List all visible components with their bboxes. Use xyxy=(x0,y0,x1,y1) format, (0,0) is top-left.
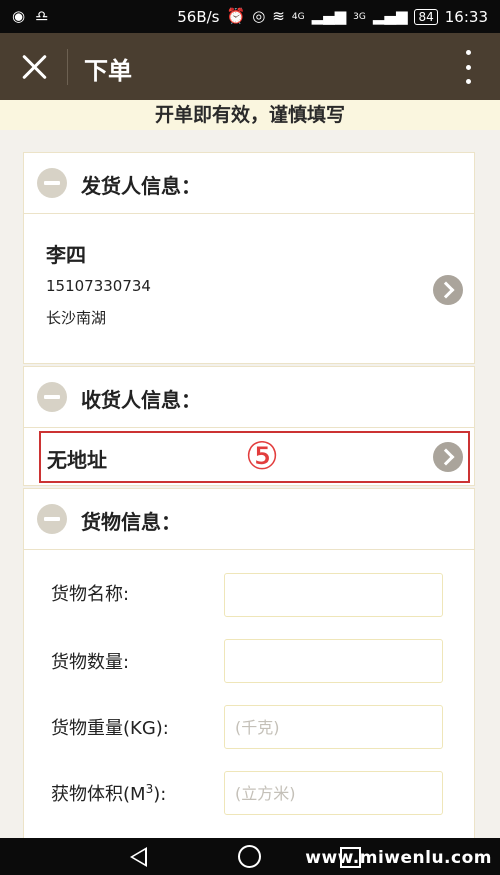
eye-icon: ◎ xyxy=(252,7,266,25)
receiver-section-title: 收货人信息： xyxy=(81,388,201,412)
receiver-address-text: 无地址 xyxy=(47,448,107,472)
wifi-icon: ≋ xyxy=(272,7,285,25)
sender-card-header[interactable]: 发货人信息： xyxy=(24,153,474,214)
close-icon[interactable] xyxy=(18,51,50,83)
goods-quantity-input[interactable] xyxy=(224,639,443,683)
sender-name: 李四 xyxy=(46,243,86,267)
volume-label-suffix: ): xyxy=(153,784,167,805)
sender-address: 长沙南湖 xyxy=(46,309,107,327)
network-speed: 56B/s xyxy=(177,7,220,26)
notification-icon: ♎ xyxy=(35,7,49,25)
sender-section-title: 发货人信息： xyxy=(81,174,201,198)
title-divider xyxy=(67,49,68,85)
goods-quantity-label: 货物数量: xyxy=(51,652,130,673)
receiver-card-header[interactable]: 收货人信息： xyxy=(24,367,474,428)
watermark: www.miwenlu.com xyxy=(305,848,492,868)
record-icon: ◉ xyxy=(12,7,26,25)
volume-label-prefix: 获物体积(M xyxy=(51,784,146,805)
home-icon[interactable] xyxy=(238,845,261,868)
more-menu-icon[interactable] xyxy=(464,50,472,84)
goods-card: 货物信息： 货物名称: 货物数量: 货物重量(KG): 获物体积(M3): xyxy=(23,488,475,840)
battery-level: 84 xyxy=(414,8,438,25)
chevron-right-icon[interactable] xyxy=(433,442,463,472)
goods-weight-input[interactable] xyxy=(224,705,443,749)
sender-card: 发货人信息： 李四 15107330734 长沙南湖 xyxy=(23,152,475,364)
collapse-icon[interactable] xyxy=(37,382,67,412)
goods-section-title: 货物信息： xyxy=(81,510,181,534)
goods-volume-label: 获物体积(M3): xyxy=(51,780,166,806)
network-type-1: 4G xyxy=(291,11,305,22)
status-bar: ◉ ♎ 56B/s ⏰ ◎ ≋ 4G ▂▄▆ 3G ▂▄▆ 84 16:33 xyxy=(0,0,500,33)
goods-weight-label: 货物重量(KG): xyxy=(51,718,169,739)
signal-icon: ▂▄▆ xyxy=(311,7,347,25)
notice-banner: 开单即有效，谨慎填写 xyxy=(0,100,500,130)
chevron-right-icon[interactable] xyxy=(433,275,463,305)
signal-icon-2: ▂▄▆ xyxy=(372,7,408,25)
goods-card-header[interactable]: 货物信息： xyxy=(24,489,474,550)
title-bar: 下单 xyxy=(0,33,500,100)
step-marker: ⑤ xyxy=(245,434,280,478)
receiver-address-row[interactable]: 无地址 ⑤ xyxy=(39,431,470,483)
goods-name-input[interactable] xyxy=(224,573,443,617)
back-icon-inner xyxy=(133,850,145,864)
network-type-2: 3G xyxy=(353,11,366,22)
alarm-icon: ⏰ xyxy=(226,7,246,25)
collapse-icon[interactable] xyxy=(37,168,67,198)
collapse-icon[interactable] xyxy=(37,504,67,534)
page-title: 下单 xyxy=(84,57,132,85)
clock: 16:33 xyxy=(444,7,488,26)
goods-name-label: 货物名称: xyxy=(51,584,130,605)
sender-phone: 15107330734 xyxy=(46,277,151,295)
navigation-bar: www.miwenlu.com xyxy=(0,838,500,875)
goods-volume-input[interactable] xyxy=(224,771,443,815)
